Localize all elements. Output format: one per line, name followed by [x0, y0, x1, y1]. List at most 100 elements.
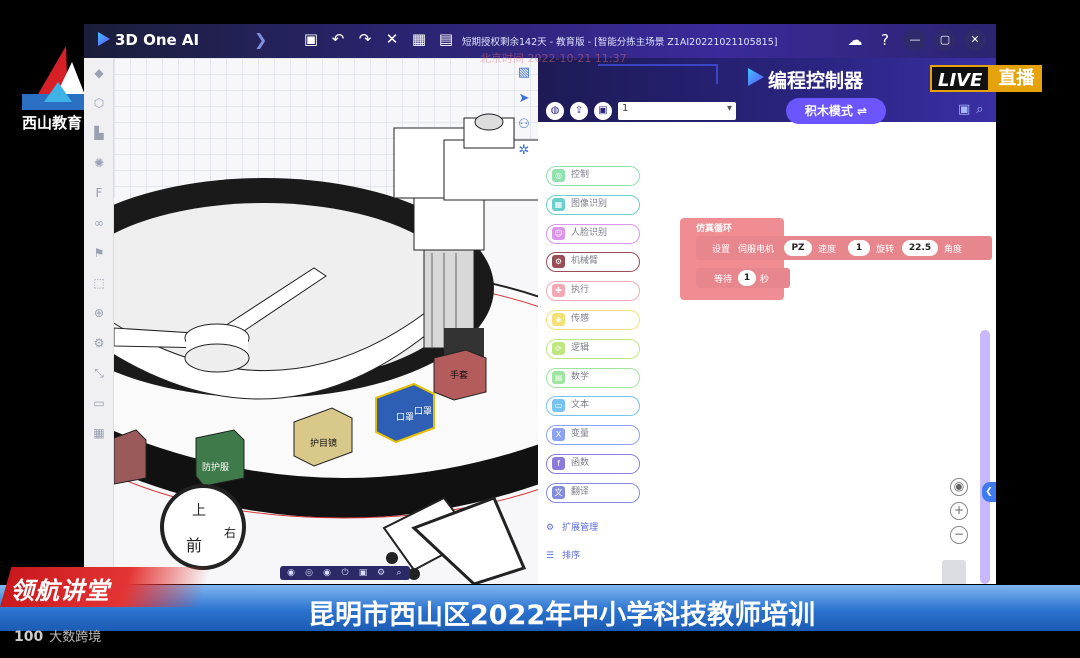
gear-icon[interactable]: ✺ — [84, 148, 114, 178]
angle-label: 角度 — [944, 245, 963, 255]
footer-brand: 100 大数跨境 — [14, 626, 101, 645]
menu-arrow-icon[interactable]: ❯ — [254, 30, 267, 49]
servo-name-label: 伺服电机 — [738, 245, 775, 255]
undo-icon[interactable]: ↶ — [329, 30, 347, 48]
wait-label: 等待 — [714, 275, 733, 285]
restore-icon[interactable]: ▢ — [934, 29, 956, 51]
view-cube-top[interactable]: 上 — [192, 500, 206, 520]
clipboard-icon[interactable]: ▤ — [437, 30, 455, 48]
panel-header: 编程控制器 ◍ ⇪ ▣ 1 ▾ 积木模式 ⇌ ▣ ⌕ — [538, 58, 996, 124]
camera-icon[interactable]: ◉ — [320, 568, 334, 578]
cloud-icon[interactable]: ☁ — [844, 29, 866, 51]
wait-block[interactable]: 等待 1 秒 — [696, 268, 790, 288]
search-icon[interactable]: ⌕ — [976, 102, 983, 117]
rotate-field[interactable]: 22.5 — [902, 240, 938, 256]
reset-view-icon[interactable]: ◉ — [284, 568, 298, 578]
power-icon[interactable]: ⏻ — [338, 568, 352, 578]
panel-collapse-icon[interactable]: ❮ — [982, 482, 996, 502]
record-icon[interactable]: ▣ — [356, 568, 370, 578]
bounds-icon[interactable]: ⬚ — [84, 268, 114, 298]
category-icon: ▭ — [552, 399, 565, 413]
help-icon[interactable]: ? — [874, 29, 896, 51]
grid-icon[interactable]: ▦ — [410, 30, 428, 48]
close-window-icon[interactable]: ✕ — [964, 29, 986, 51]
category-label: 图像识别 — [571, 198, 608, 209]
speed-field[interactable]: 1 — [848, 240, 870, 256]
category-label: 传感 — [571, 313, 590, 324]
run-icon[interactable]: ⚑ — [84, 238, 114, 268]
shape-icon[interactable]: ⬡ — [84, 88, 114, 118]
zoom-fit-icon[interactable]: ◎ — [302, 568, 316, 578]
category-item[interactable]: ▦ 图像识别 — [546, 194, 640, 215]
minimize-icon[interactable]: — — [904, 29, 926, 51]
servo-block[interactable]: 设置 伺服电机 PZ 速度 1 旋转 22.5 角度 — [696, 236, 992, 260]
category-icon: ⚙ — [552, 255, 565, 269]
transform-icon[interactable]: ⤡ — [84, 358, 114, 388]
trash-icon[interactable] — [942, 560, 966, 584]
upload-icon[interactable]: ⇪ — [570, 102, 588, 120]
category-item[interactable]: ⟳ 逻辑 — [546, 338, 640, 359]
box-label: 口罩 — [414, 407, 433, 417]
globe-icon[interactable]: ◍ — [546, 102, 564, 120]
wait-field[interactable]: 1 — [738, 270, 756, 286]
font-icon[interactable]: F — [84, 178, 114, 208]
recenter-icon[interactable]: ◉ — [950, 478, 968, 496]
settings-icon[interactable]: ⚙ — [374, 568, 388, 578]
view-toolbar: ◉ ◎ ◉ ⏻ ▣ ⚙ ⌕ — [280, 566, 410, 580]
category-item[interactable]: ◈ 传感 — [546, 309, 640, 330]
3d-viewport[interactable]: 手套 口罩 口罩 护目镜 防护服 上 前 右 ◉ ◎ ◉ ⏻ ▣ ⚙ ⌕ — [114, 58, 538, 584]
device-select[interactable]: 1 ▾ — [618, 102, 736, 120]
panel-title: 编程控制器 — [768, 70, 864, 92]
video-frame: { "broadcast": { "channel_label": "西山教育"… — [0, 0, 1080, 658]
save-code-icon[interactable]: ▣ — [594, 102, 612, 120]
view-cube[interactable]: 上 前 右 — [160, 484, 246, 570]
category-item[interactable]: X 变量 — [546, 425, 640, 446]
footer-brand-mark: 100 — [14, 629, 44, 645]
app-name: 3D One AI — [98, 31, 199, 49]
category-label: 逻辑 — [571, 342, 590, 353]
send-icon[interactable]: ➤ — [512, 86, 536, 112]
device-select-value: 1 — [622, 103, 629, 114]
extension-manager[interactable]: ⚙ 扩展管理 — [546, 520, 606, 533]
save-icon[interactable]: ▣ — [302, 30, 320, 48]
time-watermark: 北京时间 2022-10-21 11:37 — [480, 52, 627, 65]
document-icon[interactable]: ▭ — [84, 388, 114, 418]
category-item[interactable]: ✚ 执行 — [546, 281, 640, 302]
servo-port-field[interactable]: PZ — [784, 240, 812, 256]
extension-label: 扩展管理 — [562, 523, 599, 533]
speed-label: 速度 — [818, 245, 837, 255]
search-icon[interactable]: ⌕ — [392, 568, 406, 578]
category-item[interactable]: ▭ 文本 — [546, 396, 640, 417]
close-icon[interactable]: ✕ — [383, 30, 401, 48]
zoom-out-icon[interactable]: − — [950, 526, 968, 544]
settings-icon[interactable]: ⚙ — [84, 328, 114, 358]
segment-tag: 领航讲堂 — [10, 577, 110, 605]
view-cube-right[interactable]: 右 — [224, 524, 236, 541]
link-icon[interactable]: ∞ — [84, 208, 114, 238]
category-icon: ⟳ — [552, 341, 565, 355]
zoom-in-icon[interactable]: + — [950, 502, 968, 520]
category-item[interactable]: 文翻译 — [546, 482, 640, 503]
sort-button[interactable]: ☰ 排序 — [546, 548, 588, 561]
cube-icon[interactable]: ◆ — [84, 58, 114, 88]
redo-icon[interactable]: ↷ — [356, 30, 374, 48]
category-item[interactable]: ◎ 控制 — [546, 166, 640, 186]
screenshot-icon[interactable]: ▣ — [958, 102, 970, 117]
box-label: 防护服 — [202, 463, 230, 473]
category-item[interactable]: f 函数 — [546, 453, 640, 474]
terrain-icon[interactable]: ▙ — [84, 118, 114, 148]
category-label: 机械臂 — [571, 256, 599, 267]
category-item[interactable]: ⚙ 机械臂 — [546, 252, 640, 273]
code-icon[interactable]: ✲ — [512, 138, 536, 164]
robot-icon[interactable]: ⚇ — [512, 112, 536, 138]
target-icon[interactable]: ⊕ — [84, 298, 114, 328]
workspace-scrollbar[interactable] — [980, 330, 990, 584]
panel-header-right: ▣ ⌕ — [958, 102, 984, 117]
view-cube-front[interactable]: 前 — [186, 532, 202, 556]
block-mode-button[interactable]: 积木模式 ⇌ — [786, 98, 886, 124]
category-item[interactable]: ☺ 人脸识别 — [546, 223, 640, 244]
category-item[interactable]: ▤ 数学 — [546, 367, 640, 388]
layers-icon[interactable]: ▦ — [84, 418, 114, 448]
sort-label: 排序 — [562, 551, 581, 561]
circuit-decoration — [598, 64, 718, 84]
